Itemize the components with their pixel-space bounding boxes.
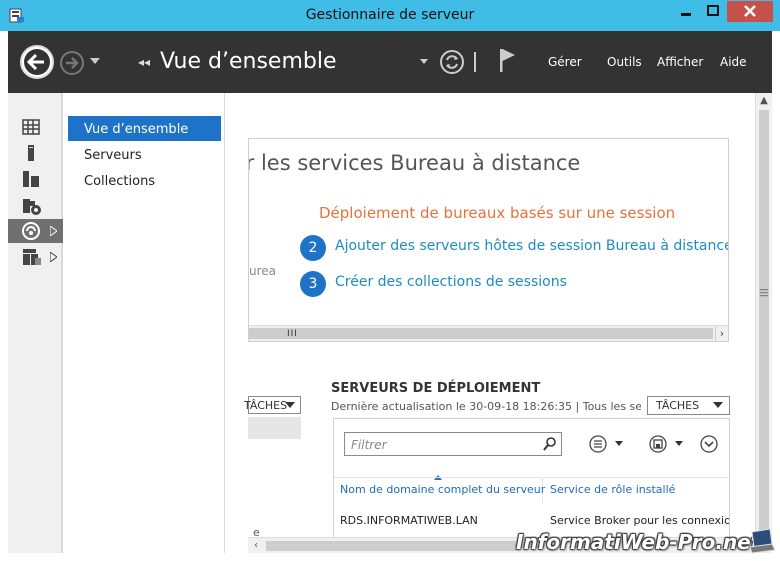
- file-storage-icon: [23, 199, 41, 215]
- remote-desktop-services-icon: [22, 222, 40, 240]
- minimize-button[interactable]: [673, 1, 699, 22]
- header-separator: [474, 52, 476, 72]
- all-servers-icon: [23, 171, 39, 187]
- remote-desktop-nav-panel: Vue d’ensemble Serveurs Collections: [63, 93, 225, 553]
- refresh-icon[interactable]: [439, 49, 465, 75]
- left-tile-fragment: TÂCHES: [244, 396, 301, 440]
- filter-input[interactable]: Filtrer: [344, 432, 562, 456]
- scroll-up-arrow-icon[interactable]: ▲: [756, 93, 772, 109]
- scroll-grip-icon: III: [287, 329, 298, 339]
- local-server-icon: [28, 145, 34, 161]
- left-tile-bar: [248, 417, 301, 439]
- create-session-collections-link[interactable]: Créer des collections de sessions: [335, 274, 567, 290]
- window-title: Gestionnaire de serveur: [305, 7, 475, 23]
- truncated-text: urea: [249, 264, 277, 278]
- nav-servers[interactable]: Serveurs: [68, 142, 221, 167]
- tile-heading: Vue d’ensemble pour les services Bureau …: [249, 151, 581, 175]
- menu-tools[interactable]: Outils: [607, 55, 642, 69]
- scrollbar-thumb[interactable]: [249, 328, 713, 339]
- maximize-button[interactable]: [700, 1, 726, 22]
- history-dropdown-icon[interactable]: [90, 58, 100, 64]
- forward-arrow-icon[interactable]: [59, 50, 85, 76]
- breadcrumb-dropdown-icon[interactable]: [420, 59, 428, 64]
- table-cell-role[interactable]: Service Broker pour les connexions Burea…: [550, 514, 729, 527]
- menu-manage[interactable]: Gérer: [548, 55, 582, 69]
- scroll-grip-icon: — — —: [759, 285, 769, 301]
- nav-dashboard[interactable]: [8, 115, 63, 139]
- laptop-logo-icon: [749, 528, 776, 554]
- nav-local-server[interactable]: [8, 141, 63, 165]
- scrollbar-thumb[interactable]: [266, 541, 516, 551]
- deployment-tasks-dropdown[interactable]: TÂCHES: [647, 396, 730, 415]
- column-header-role-service[interactable]: Service de rôle installé: [544, 477, 729, 503]
- maximize-icon: [707, 5, 719, 16]
- close-button[interactable]: [727, 1, 773, 22]
- nav-all-servers[interactable]: [8, 167, 63, 191]
- column-header-server-fqdn[interactable]: Nom de domaine complet du serveur: [334, 477, 545, 503]
- nav-remote-desktop-services[interactable]: [8, 219, 63, 243]
- tile-horizontal-scrollbar[interactable]: III ›: [249, 325, 728, 341]
- step-badge: 3: [300, 271, 326, 297]
- file-services-icon: [23, 249, 41, 265]
- main-vertical-scrollbar[interactable]: ▲ ——— ▼: [755, 93, 772, 553]
- main-navigation-bar: [8, 93, 63, 553]
- save-query-button[interactable]: [648, 434, 688, 454]
- tasks-dropdown[interactable]: TÂCHES: [244, 396, 301, 414]
- nav-collections[interactable]: Collections: [68, 168, 221, 193]
- expand-arrow-icon[interactable]: [50, 252, 57, 262]
- overview-tile: Vue d’ensemble pour les services Bureau …: [248, 138, 729, 342]
- chevron-down-icon: [713, 402, 723, 408]
- scrollbar-thumb[interactable]: [759, 110, 769, 536]
- step-badge: 2: [300, 235, 326, 261]
- nav-file-storage[interactable]: [8, 193, 63, 217]
- close-icon: [744, 5, 756, 17]
- menu-view[interactable]: Afficher: [657, 55, 703, 69]
- search-icon[interactable]: [542, 436, 558, 452]
- menu-help[interactable]: Aide: [720, 55, 747, 69]
- deployment-type-subtitle: Déploiement de bureaux basés sur une ses…: [319, 204, 676, 222]
- nav-overview[interactable]: Vue d’ensemble: [68, 116, 221, 141]
- title-bar: Gestionnaire de serveur: [0, 0, 780, 31]
- notifications-flag-icon[interactable]: [497, 47, 517, 73]
- dashboard-icon: [22, 119, 40, 135]
- expand-arrow-icon[interactable]: [50, 226, 57, 236]
- add-rdsh-servers-link[interactable]: Ajouter des serveurs hôtes de session Bu…: [335, 238, 728, 254]
- chevron-down-icon: [285, 402, 295, 408]
- breadcrumb-chevron-icon: ◂◂: [138, 55, 151, 69]
- nav-file-services[interactable]: [8, 245, 63, 269]
- table-cell-server[interactable]: RDS.INFORMATIWEB.LAN: [340, 514, 478, 527]
- breadcrumb-title: Vue d’ensemble: [160, 49, 337, 74]
- deployment-servers-grid: Filtrer Nom de domaine complet du serveu…: [333, 418, 730, 538]
- header-bar: ◂◂ Vue d’ensemble Gérer Outils Afficher …: [8, 31, 772, 93]
- expand-criteria-icon[interactable]: [699, 434, 719, 454]
- deployment-servers-title: SERVEURS DE DÉPLOIEMENT: [331, 381, 541, 396]
- list-options-button[interactable]: [588, 434, 628, 454]
- deployment-servers-status: Dernière actualisation le 30-09-18 18:26…: [331, 400, 641, 413]
- scroll-right-arrow-icon[interactable]: ›: [715, 326, 728, 341]
- watermark-text: InformatiWeb-Pro.net: [516, 530, 761, 554]
- minimize-icon: [681, 13, 691, 16]
- back-arrow-icon[interactable]: [19, 44, 55, 80]
- scroll-left-arrow-icon[interactable]: ‹: [248, 538, 264, 553]
